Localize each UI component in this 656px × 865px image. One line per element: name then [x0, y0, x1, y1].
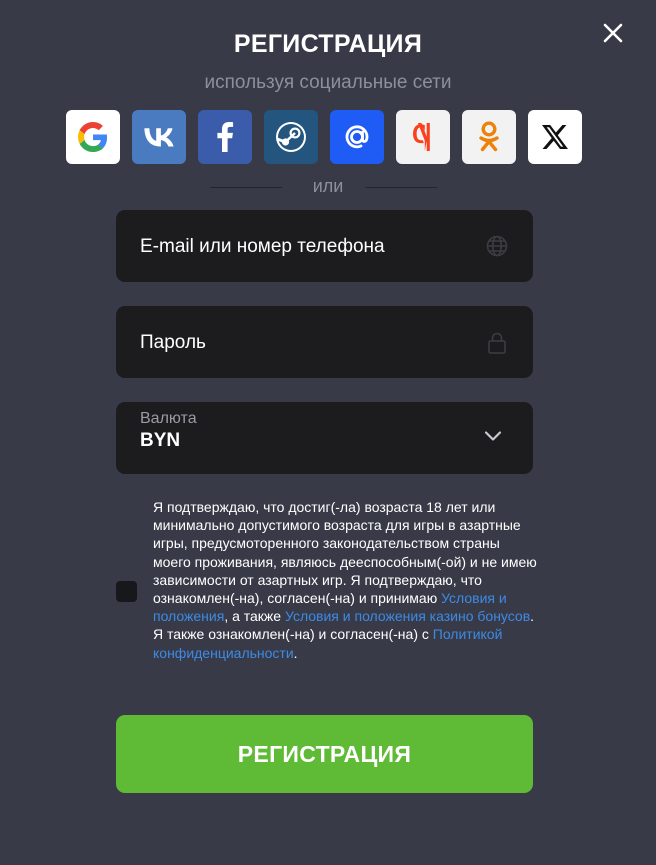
- email-field[interactable]: E-mail или номер телефона: [116, 210, 533, 282]
- facebook-icon: [217, 122, 234, 152]
- yandex-icon: [413, 123, 430, 151]
- consent-text-part4: .: [293, 644, 298, 661]
- consent-checkbox[interactable]: [116, 581, 137, 602]
- vk-icon: [144, 128, 174, 147]
- chevron-down-icon: [484, 431, 502, 441]
- facebook-login-button[interactable]: [198, 110, 252, 164]
- steam-icon: [276, 122, 306, 152]
- or-divider: или: [0, 176, 656, 198]
- google-icon: [78, 122, 108, 152]
- currency-select[interactable]: Валюта BYN: [116, 402, 533, 474]
- bonus-terms-link[interactable]: Условия и положения казино бонусов: [285, 608, 530, 624]
- social-login-row: [66, 110, 582, 164]
- x-login-button[interactable]: [528, 110, 582, 164]
- consent-text-part2: , а также: [224, 608, 285, 625]
- steam-login-button[interactable]: [264, 110, 318, 164]
- password-field-label: Пароль: [140, 332, 206, 353]
- social-subtitle: используя социальные сети: [204, 72, 452, 93]
- email-field-label: E-mail или номер телефона: [140, 236, 385, 257]
- currency-label: Валюта: [140, 410, 197, 427]
- register-button[interactable]: РЕГИСТРАЦИЯ: [116, 715, 533, 793]
- consent-text: Я подтверждаю, что достиг(-ла) возраста …: [153, 498, 537, 662]
- mailru-login-button[interactable]: [330, 110, 384, 164]
- ok-login-button[interactable]: [462, 110, 516, 164]
- globe-icon: [486, 235, 508, 257]
- password-field[interactable]: Пароль: [116, 306, 533, 378]
- x-icon: [542, 125, 568, 149]
- yandex-login-button[interactable]: [396, 110, 450, 164]
- ok-icon: [479, 121, 499, 152]
- divider-text: или: [312, 176, 344, 196]
- lock-icon: [488, 332, 506, 354]
- page-title: РЕГИСТРАЦИЯ: [233, 30, 423, 58]
- divider-line-right: [365, 187, 437, 188]
- vk-login-button[interactable]: [132, 110, 186, 164]
- currency-value: BYN: [140, 430, 181, 451]
- at-sign-icon: [345, 125, 369, 149]
- google-login-button[interactable]: [66, 110, 120, 164]
